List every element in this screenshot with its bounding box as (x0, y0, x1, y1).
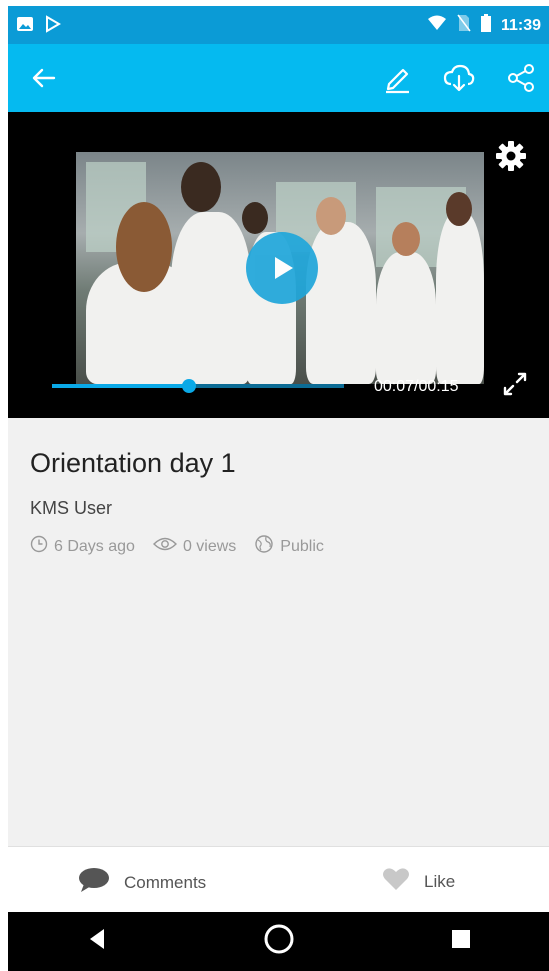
play-store-icon (44, 15, 62, 38)
share-icon[interactable] (503, 60, 539, 96)
created-time: 6 Days ago (54, 537, 135, 555)
play-icon[interactable] (246, 232, 318, 304)
nav-recents-icon[interactable] (450, 928, 472, 955)
settings-gear-icon[interactable] (495, 140, 527, 172)
heart-icon (382, 867, 410, 896)
media-details: Orientation day 1 KMS User 6 Days ago 0 … (8, 418, 549, 846)
like-button[interactable]: Like (382, 867, 455, 896)
nav-back-icon[interactable] (86, 927, 108, 956)
cloud-download-icon[interactable] (441, 60, 477, 96)
time-display: 00:07/00:15 (374, 378, 459, 395)
system-nav-bar (8, 912, 549, 971)
edit-icon[interactable] (379, 60, 415, 96)
globe-icon (254, 534, 274, 559)
video-player[interactable]: 00:07/00:15 (8, 112, 549, 418)
media-owner: KMS User (30, 498, 113, 518)
comment-bubble-icon (78, 867, 110, 898)
eye-icon (152, 536, 177, 557)
battery-icon (480, 14, 491, 37)
like-label: Like (424, 871, 456, 891)
media-meta: 6 Days ago 0 views Public (30, 534, 342, 559)
back-arrow-icon[interactable] (28, 62, 60, 94)
no-sim-icon (457, 14, 471, 37)
comments-label: Comments (124, 872, 207, 892)
view-count: 0 views (182, 537, 237, 555)
privacy-label: Public (280, 537, 324, 555)
wifi-icon (427, 15, 447, 36)
bottom-actions: Comments Like (8, 846, 549, 913)
seek-bar-progress (52, 384, 190, 388)
screen: 11:39 00:07/00:15 Orientation day 1 KMS … (0, 0, 549, 971)
seek-bar[interactable] (52, 379, 344, 393)
status-bar: 11:39 (8, 6, 549, 44)
nav-home-icon[interactable] (263, 923, 295, 960)
media-title: Orientation day 1 (30, 448, 236, 478)
clock: 11:39 (500, 16, 541, 34)
fullscreen-icon[interactable] (501, 370, 529, 398)
seek-handle[interactable] (182, 379, 197, 393)
image-icon (16, 16, 34, 37)
app-bar (8, 44, 549, 112)
comments-button[interactable]: Comments (78, 867, 206, 898)
clock-icon (30, 535, 48, 558)
